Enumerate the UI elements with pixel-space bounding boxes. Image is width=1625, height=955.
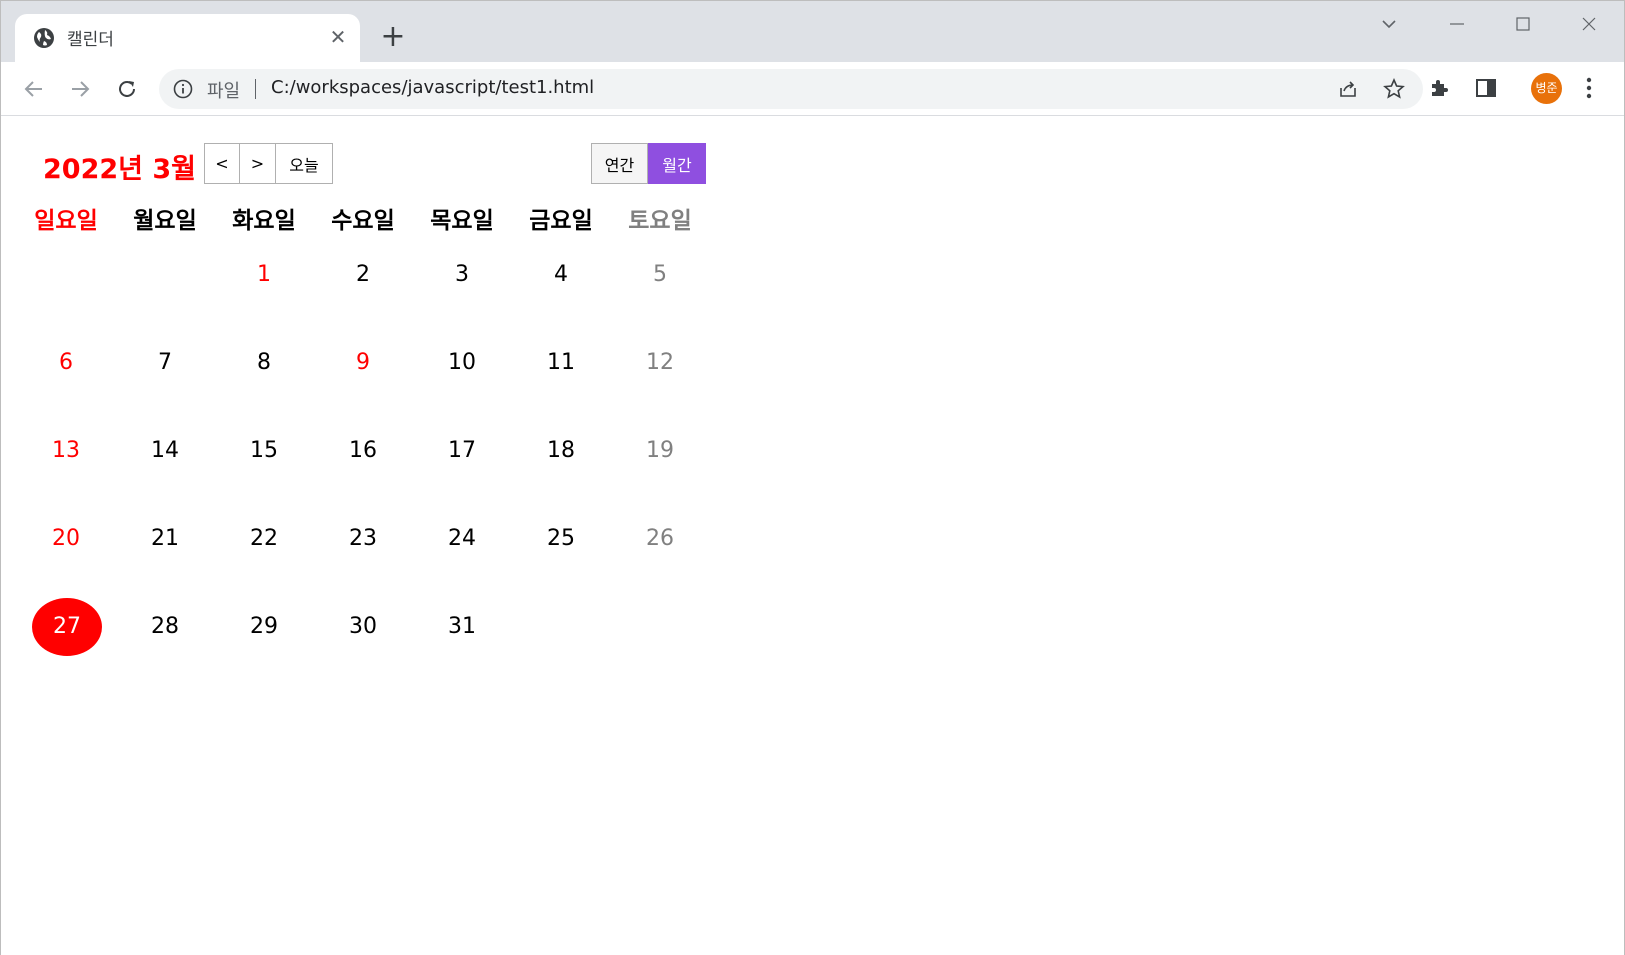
weekday-label: 일요일 — [34, 208, 98, 234]
day-cell[interactable]: 1 — [213, 245, 315, 305]
day-cell[interactable]: 5 — [609, 245, 711, 305]
maximize-icon[interactable] — [1503, 11, 1543, 39]
day-cell[interactable]: 28 — [114, 597, 216, 657]
prev-month-button[interactable]: < — [204, 143, 240, 184]
tab-search-chevron-down-icon[interactable] — [1369, 11, 1409, 39]
view-toggle: 연간 월간 — [591, 143, 706, 184]
minimize-icon[interactable] — [1437, 11, 1477, 39]
day-cell[interactable]: 4 — [510, 245, 612, 305]
side-panel-icon[interactable] — [1474, 76, 1498, 104]
browser-window: 캘린더 ✕ + 파일 C:/workspaces/javascript/test… — [0, 0, 1625, 955]
day-cell[interactable]: 21 — [114, 509, 216, 569]
browser-toolbar: 파일 C:/workspaces/javascript/test1.html 병… — [1, 62, 1624, 116]
weekday-label: 화요일 — [232, 208, 296, 234]
omnibox-divider — [255, 79, 256, 99]
close-tab-icon[interactable]: ✕ — [326, 25, 350, 49]
day-cell[interactable]: 20 — [15, 509, 117, 569]
next-month-button[interactable]: > — [240, 143, 276, 184]
profile-avatar[interactable]: 병준 — [1531, 73, 1562, 104]
day-cell[interactable]: 30 — [312, 597, 414, 657]
page-content: 2022년 3월 < > 오늘 연간 월간 일요일 월요일 화요일 수요일 목요일 금요일… — [1, 117, 1624, 955]
forward-icon[interactable] — [64, 73, 96, 105]
reload-icon[interactable] — [111, 73, 143, 105]
day-cell[interactable]: 14 — [114, 421, 216, 481]
scheme-label: 파일 — [207, 81, 241, 102]
monthly-view-button[interactable]: 월간 — [648, 143, 706, 184]
day-cell[interactable]: 26 — [609, 509, 711, 569]
day-cell[interactable]: 24 — [411, 509, 513, 569]
close-window-icon[interactable] — [1569, 11, 1609, 39]
day-cell[interactable]: 25 — [510, 509, 612, 569]
new-tab-button[interactable]: + — [378, 22, 408, 52]
day-cell[interactable]: 11 — [510, 333, 612, 393]
day-cell-today[interactable]: 27 — [15, 597, 117, 657]
weekday-label: 토요일 — [628, 208, 692, 234]
day-cell[interactable]: 19 — [609, 421, 711, 481]
month-title: 2022년 3월 — [43, 154, 197, 185]
yearly-view-button[interactable]: 연간 — [591, 143, 648, 184]
day-cell[interactable]: 17 — [411, 421, 513, 481]
extensions-puzzle-icon[interactable] — [1428, 76, 1452, 104]
day-cell[interactable]: 6 — [15, 333, 117, 393]
globe-icon — [33, 27, 55, 49]
weekday-label: 목요일 — [430, 208, 494, 234]
day-cell[interactable]: 31 — [411, 597, 513, 657]
weekday-label: 금요일 — [529, 208, 593, 234]
day-cell[interactable]: 3 — [411, 245, 513, 305]
day-cell[interactable]: 16 — [312, 421, 414, 481]
day-cell[interactable]: 22 — [213, 509, 315, 569]
day-cell[interactable]: 13 — [15, 421, 117, 481]
tab-title: 캘린더 — [67, 30, 114, 50]
address-bar[interactable]: 파일 C:/workspaces/javascript/test1.html — [159, 69, 1423, 109]
day-cell[interactable]: 7 — [114, 333, 216, 393]
weekday-label: 수요일 — [331, 208, 395, 234]
day-cell[interactable]: 12 — [609, 333, 711, 393]
bookmark-star-icon[interactable] — [1383, 77, 1405, 104]
back-icon[interactable] — [18, 73, 50, 105]
weekday-label: 월요일 — [133, 208, 197, 234]
tab-calendar[interactable]: 캘린더 ✕ — [15, 14, 360, 62]
day-cell[interactable]: 29 — [213, 597, 315, 657]
weekday-header-row: 일요일 월요일 화요일 수요일 목요일 금요일 토요일 — [15, 201, 735, 241]
day-cell[interactable]: 18 — [510, 421, 612, 481]
site-info-icon[interactable] — [173, 79, 193, 103]
day-cell[interactable]: 8 — [213, 333, 315, 393]
tab-strip: 캘린더 ✕ + — [1, 1, 1624, 62]
month-nav-group: < > 오늘 — [204, 143, 333, 184]
today-button[interactable]: 오늘 — [276, 143, 333, 184]
share-icon[interactable] — [1337, 78, 1359, 104]
today-highlight: 27 — [32, 598, 102, 656]
more-menu-icon[interactable] — [1585, 76, 1593, 104]
day-cell[interactable]: 10 — [411, 333, 513, 393]
day-cell[interactable]: 23 — [312, 509, 414, 569]
day-cell[interactable]: 9 — [312, 333, 414, 393]
url-text[interactable]: C:/workspaces/javascript/test1.html — [271, 77, 594, 98]
day-cell[interactable]: 2 — [312, 245, 414, 305]
day-cell[interactable]: 15 — [213, 421, 315, 481]
